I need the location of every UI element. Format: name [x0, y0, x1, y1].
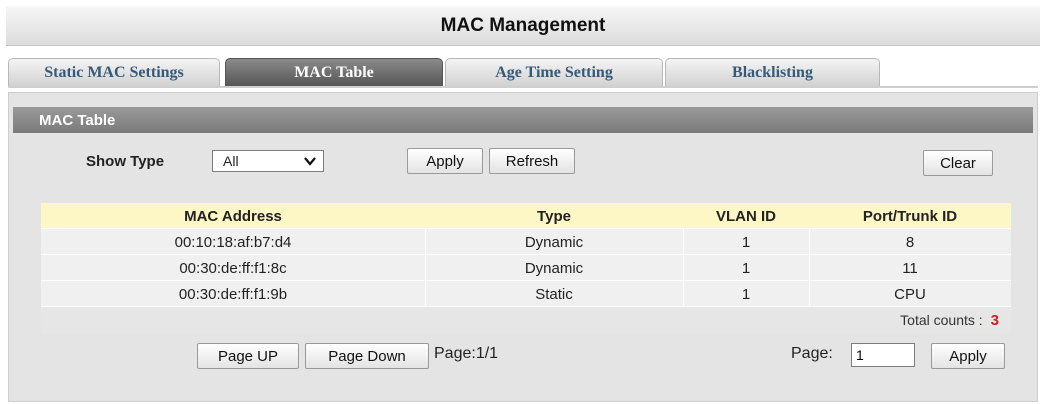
tab-blacklisting[interactable]: Blacklisting: [665, 58, 880, 86]
mac-table: MAC Address Type VLAN ID Port/Trunk ID 0…: [41, 203, 1011, 333]
column-header-type: Type: [537, 207, 571, 225]
show-type-value: All: [223, 153, 239, 169]
refresh-button[interactable]: Refresh: [489, 148, 575, 174]
mac-table-panel: MAC Table Show Type All Apply Refresh Cl…: [8, 92, 1038, 402]
table-header-row: MAC Address Type VLAN ID Port/Trunk ID: [41, 203, 1011, 229]
table-row: 00:30:de:ff:f1:8c Dynamic 1 11: [41, 255, 1011, 281]
page-apply-button[interactable]: Apply: [931, 343, 1005, 369]
vlan-id-cell: 1: [741, 233, 751, 251]
port-trunk-id-cell: 11: [902, 259, 918, 277]
tab-static-mac-settings[interactable]: Static MAC Settings: [8, 58, 220, 86]
total-counts-label: Total counts :: [900, 312, 983, 328]
mac-address-cell: 00:10:18:af:b7:d4: [174, 233, 292, 251]
vlan-id-cell: 1: [741, 259, 751, 277]
type-cell: Dynamic: [524, 233, 584, 251]
tab-mac-table[interactable]: MAC Table: [225, 58, 443, 86]
type-cell: Static: [535, 285, 573, 303]
clear-button[interactable]: Clear: [923, 150, 993, 176]
tab-age-time-setting[interactable]: Age Time Setting: [445, 58, 663, 86]
tab-bar: Static MAC Settings MAC Table Age Time S…: [8, 58, 1038, 86]
tab-divider: [8, 86, 1038, 88]
type-cell: Dynamic: [524, 259, 584, 277]
column-header-vlan-id: VLAN ID: [716, 207, 776, 225]
page-info: Page:1/1: [434, 345, 499, 362]
mac-address-cell: 00:30:de:ff:f1:9b: [178, 285, 288, 303]
chevron-down-icon: [304, 157, 316, 166]
port-trunk-id-cell: CPU: [894, 285, 926, 303]
total-counts-value: 3: [990, 311, 999, 329]
page-down-button[interactable]: Page Down: [305, 343, 429, 369]
column-header-mac-address: MAC Address: [184, 207, 282, 225]
show-type-select[interactable]: All: [212, 150, 324, 172]
vlan-id-cell: 1: [741, 285, 751, 303]
page-title: MAC Management: [6, 6, 1040, 46]
total-counts-row: Total counts : 3: [41, 307, 1011, 333]
port-trunk-id-cell: 8: [905, 233, 915, 251]
column-header-port-trunk-id: Port/Trunk ID: [862, 207, 958, 225]
panel-header: MAC Table: [13, 107, 1033, 133]
table-row: 00:30:de:ff:f1:9b Static 1 CPU: [41, 281, 1011, 307]
page-number-input[interactable]: [851, 343, 915, 367]
show-type-label: Show Type: [86, 153, 165, 170]
mac-address-cell: 00:30:de:ff:f1:8c: [179, 259, 287, 277]
page-up-button[interactable]: Page UP: [197, 343, 299, 369]
page-number-label: Page:: [791, 345, 833, 362]
filter-apply-button[interactable]: Apply: [407, 148, 483, 174]
table-row: 00:10:18:af:b7:d4 Dynamic 1 8: [41, 229, 1011, 255]
